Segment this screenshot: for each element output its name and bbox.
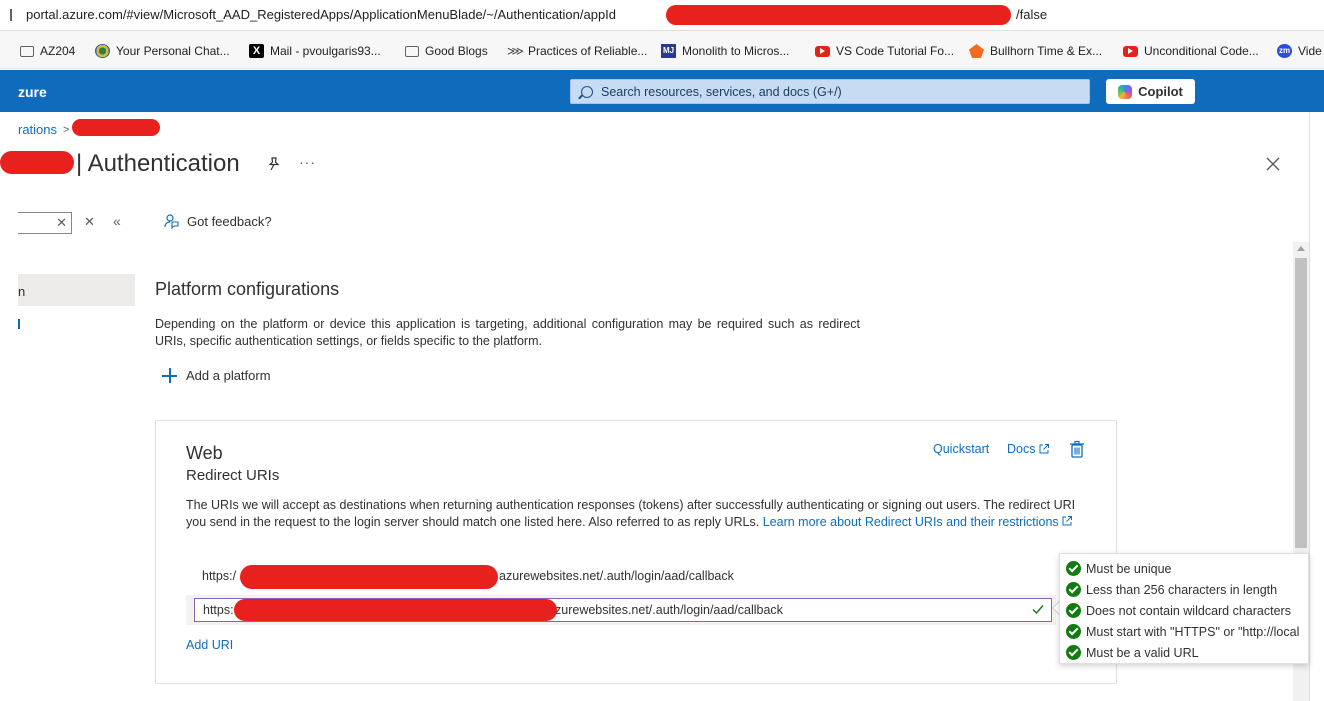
external-link-icon xyxy=(1039,444,1050,454)
platform-description: Depending on the platform or device this… xyxy=(155,317,860,348)
feedback-icon xyxy=(164,214,179,229)
azure-top-bar: zure Copilot xyxy=(0,70,1324,112)
validation-rule: Must be a valid URL xyxy=(1066,645,1199,660)
bookmark-practices[interactable]: ⋙ Practices of Reliable... xyxy=(507,42,647,60)
redaction-uri-2 xyxy=(234,599,557,621)
youtube-icon xyxy=(1123,45,1138,57)
bookmark-personal-chat[interactable]: Your Personal Chat... xyxy=(95,42,230,60)
bookmark-video[interactable]: zm Vide xyxy=(1277,42,1322,60)
validation-rule: Does not contain wildcard characters xyxy=(1066,603,1291,618)
check-circle-icon xyxy=(1066,624,1081,639)
external-link-icon xyxy=(1062,516,1072,526)
platform-configurations-heading: Platform configurations xyxy=(155,279,340,299)
search-icon xyxy=(581,85,593,98)
bullhorn-icon xyxy=(969,44,984,58)
collapse-menu-icon[interactable]: « xyxy=(113,213,121,229)
clear-filter-icon[interactable]: ✕ xyxy=(84,214,95,230)
scroll-up-icon[interactable] xyxy=(1297,246,1305,251)
redaction-breadcrumb-app xyxy=(72,119,160,136)
breadcrumb: rations > xyxy=(18,122,69,137)
bookmarks-bar: AZ204 Your Personal Chat... X Mail - pvou… xyxy=(0,31,1324,69)
url-text[interactable]: portal.azure.com/#view/Microsoft_AAD_Reg… xyxy=(26,7,1047,22)
youtube-icon xyxy=(815,45,830,57)
validation-rule: Less than 256 characters in length xyxy=(1066,582,1277,597)
bookmark-bullhorn[interactable]: Bullhorn Time & Ex... xyxy=(969,42,1102,60)
web-platform-card xyxy=(155,420,1117,684)
scrollbar-thumb[interactable] xyxy=(1295,258,1307,548)
web-card-title: Web xyxy=(186,443,223,463)
checkmark-icon xyxy=(1032,605,1044,615)
sidebar-item-marker xyxy=(18,319,20,329)
bookmark-az204[interactable]: AZ204 xyxy=(20,42,75,60)
breadcrumb-app-registrations[interactable]: rations xyxy=(18,122,57,137)
sidebar-item-authentication[interactable]: n xyxy=(18,274,135,306)
copilot-icon xyxy=(1118,84,1133,99)
check-circle-icon xyxy=(1066,561,1081,576)
bookmark-vscode[interactable]: VS Code Tutorial Fo... xyxy=(815,42,954,60)
validation-rule: Must start with "HTTPS" or "http://local xyxy=(1066,624,1299,639)
bookmark-monolith[interactable]: MJ Monolith to Micros... xyxy=(661,42,789,60)
url-end: /false xyxy=(1016,7,1048,22)
close-icon[interactable] xyxy=(1264,155,1282,173)
plus-icon xyxy=(162,368,177,383)
clear-search-icon[interactable]: ✕ xyxy=(56,215,67,231)
more-options-icon[interactable]: ··· xyxy=(299,154,316,170)
feedback-button[interactable]: Got feedback? xyxy=(163,213,272,229)
trash-icon[interactable] xyxy=(1068,440,1086,459)
add-platform-button[interactable]: Add a platform xyxy=(162,368,271,383)
copilot-button[interactable]: Copilot xyxy=(1106,79,1195,104)
azure-brand[interactable]: zure xyxy=(18,84,47,100)
page-title: | Authentication xyxy=(76,150,240,177)
redirect-uris-description: The URIs we will accept as destinations … xyxy=(186,498,1076,529)
learn-more-link[interactable]: Learn more about Redirect URIs and their… xyxy=(763,515,1073,529)
redirect-uris-heading: Redirect URIs xyxy=(186,467,280,484)
blade-edge xyxy=(1309,112,1310,701)
chat-icon xyxy=(95,44,110,58)
bookmark-unconditional[interactable]: Unconditional Code... xyxy=(1123,42,1259,60)
bookmark-mail[interactable]: X Mail - pvoulgaris93... xyxy=(249,42,381,60)
global-search[interactable] xyxy=(570,79,1090,104)
add-uri-link[interactable]: Add URI xyxy=(186,638,233,652)
redirect-uri-1[interactable]: https:/ azurewebsites.net/.auth/login/aa… xyxy=(202,569,734,583)
folder-icon xyxy=(20,45,34,57)
page-info-icon[interactable] xyxy=(10,9,12,21)
menu-search-input[interactable]: ✕ xyxy=(18,212,72,234)
pin-icon[interactable] xyxy=(266,156,282,172)
redaction-app-name xyxy=(0,151,74,174)
folder-icon xyxy=(405,45,419,57)
url-start: portal.azure.com/#view/Microsoft_AAD_Reg… xyxy=(26,7,617,22)
quickstart-link[interactable]: Quickstart xyxy=(933,442,989,456)
browser-url-bar[interactable]: portal.azure.com/#view/Microsoft_AAD_Reg… xyxy=(0,0,1324,31)
global-search-input[interactable] xyxy=(601,84,1081,99)
redaction-url xyxy=(666,5,1011,25)
mj-icon: MJ xyxy=(661,44,676,58)
link-icon: ⋙ xyxy=(507,44,525,58)
x-icon: X xyxy=(249,44,264,58)
uri-validation-tooltip: Must be unique Less than 256 characters … xyxy=(1059,553,1309,664)
chevron-right-icon: > xyxy=(63,123,70,136)
docs-link[interactable]: Docs xyxy=(1007,442,1050,456)
bookmark-good-blogs[interactable]: Good Blogs xyxy=(405,42,488,60)
validation-rule: Must be unique xyxy=(1066,561,1171,576)
redaction-uri-1 xyxy=(240,565,498,589)
zm-icon: zm xyxy=(1277,44,1292,58)
check-circle-icon xyxy=(1066,603,1081,618)
check-circle-icon xyxy=(1066,645,1081,660)
check-circle-icon xyxy=(1066,582,1081,597)
